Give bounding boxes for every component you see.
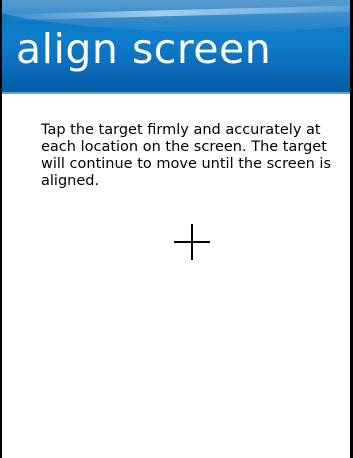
crosshair-vertical-line <box>191 224 193 260</box>
crosshair-icon[interactable] <box>174 224 210 260</box>
page-title: align screen <box>16 25 272 73</box>
align-screen-window: align screen Tap the target firmly and a… <box>0 0 353 458</box>
instruction-text: Tap the target firmly and accurately at … <box>41 122 332 189</box>
title-bar: align screen <box>2 0 350 92</box>
title-divider <box>2 92 350 94</box>
